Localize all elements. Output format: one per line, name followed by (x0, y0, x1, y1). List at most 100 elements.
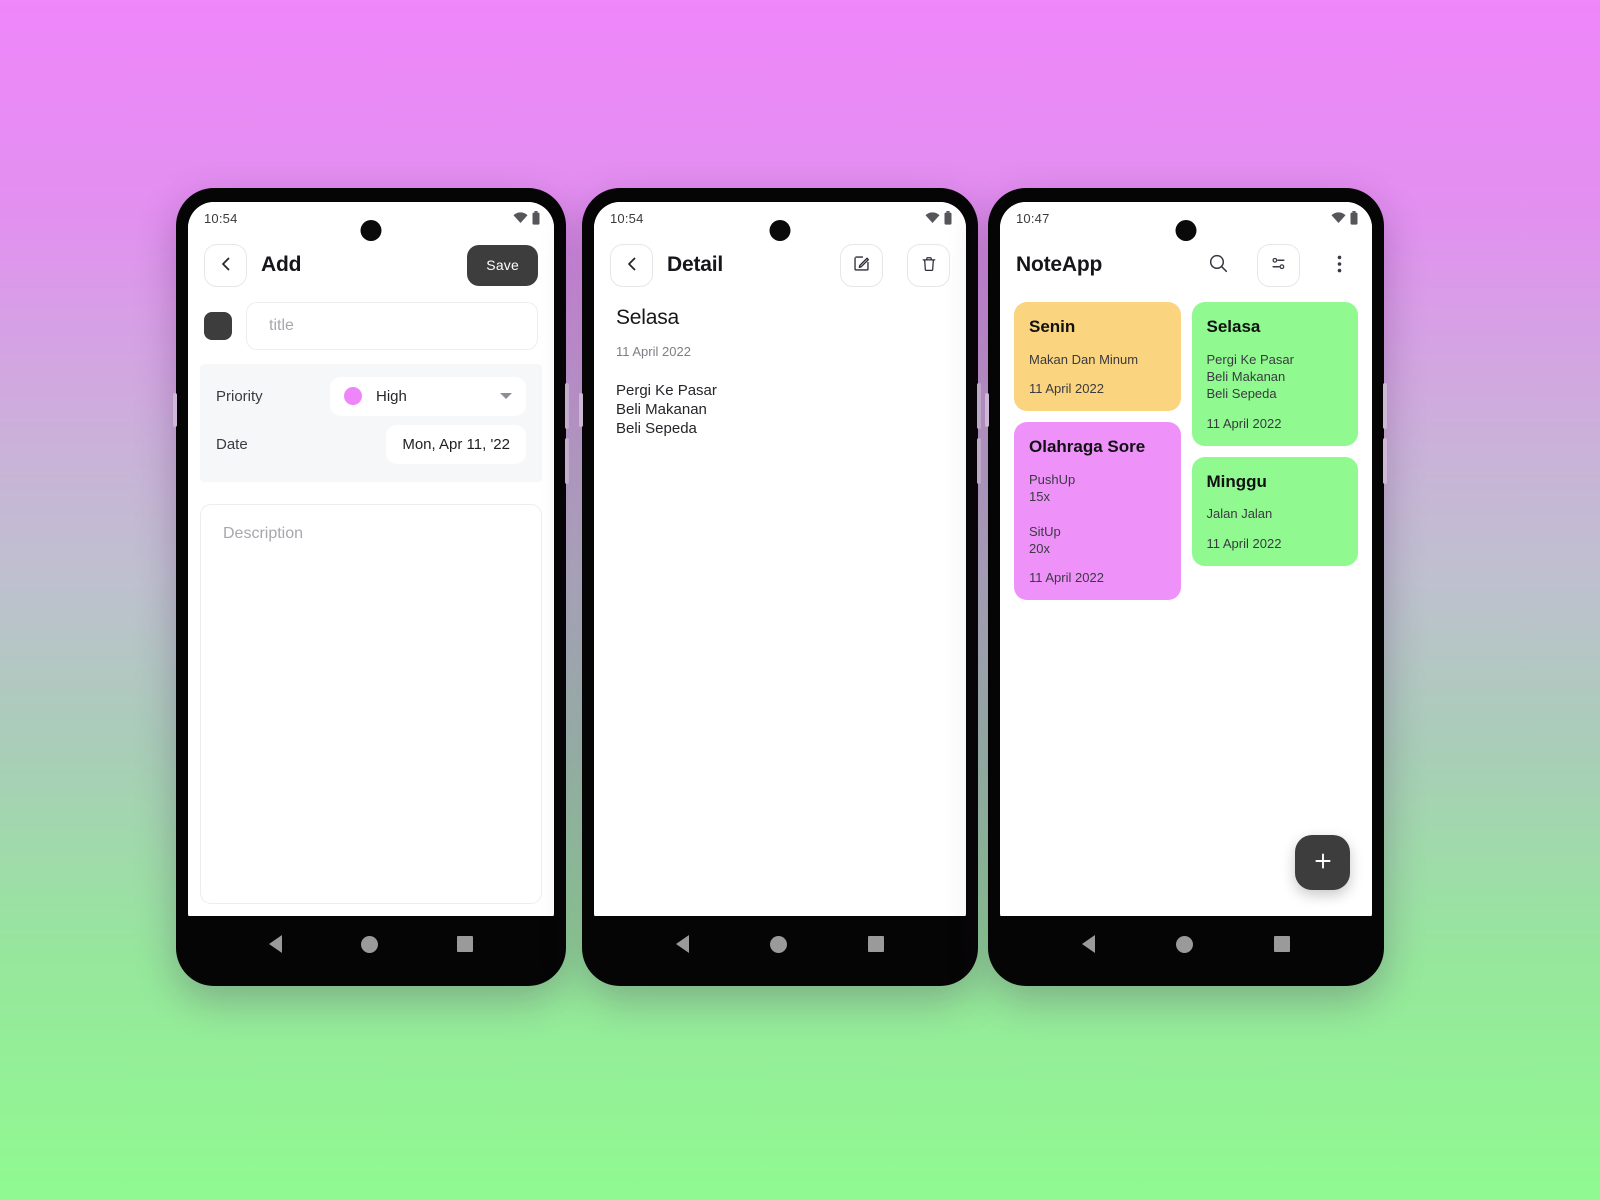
chevron-down-icon (500, 393, 512, 399)
front-camera-punch-hole (360, 220, 382, 241)
priority-value: High (376, 387, 407, 405)
notes-grid: Senin Makan Dan Minum 11 April 2022 Olah… (1000, 296, 1372, 601)
note-card-description: Pergi Ke Pasar Beli Makanan Beli Sepeda (1206, 351, 1294, 402)
overflow-menu-button[interactable] (1322, 246, 1356, 284)
app-bar-list: NoteApp (1000, 234, 1372, 296)
more-vertical-icon (1337, 254, 1342, 277)
notes-column-left: Senin Makan Dan Minum 11 April 2022 Olah… (1014, 302, 1181, 601)
sliders-filter-icon (1269, 254, 1288, 276)
note-description: Pergi Ke Pasar Beli Makanan Beli Sepeda (616, 382, 717, 438)
note-card-title: Minggu (1206, 471, 1267, 491)
title-field-row (188, 296, 554, 364)
screen-note-list: 10:47 NoteApp Senin Makan Dan Minum 11 A… (1000, 202, 1372, 918)
note-card-date: 11 April 2022 (1206, 535, 1282, 551)
title-input[interactable] (246, 302, 538, 350)
status-bar: 10:47 (1000, 202, 1372, 241)
status-icons (1331, 211, 1358, 225)
volume-down-button[interactable] (1383, 438, 1387, 484)
add-note-fab[interactable] (1295, 835, 1350, 890)
note-color-swatch-button[interactable] (204, 312, 232, 340)
volume-down-button[interactable] (565, 438, 569, 484)
note-card[interactable]: Selasa Pergi Ke Pasar Beli Makanan Beli … (1191, 302, 1358, 446)
note-card[interactable]: Senin Makan Dan Minum 11 April 2022 (1014, 302, 1181, 412)
nav-back-icon[interactable] (269, 935, 283, 953)
description-input[interactable]: Description (200, 504, 542, 904)
phone-mockups-canvas: 10:54 Add Save title Priority High Date … (0, 0, 1600, 1200)
status-icons (925, 211, 952, 225)
note-card-date: 11 April 2022 (1029, 381, 1104, 397)
status-bar: 10:54 (188, 202, 554, 241)
status-icons (513, 211, 540, 225)
date-picker-button[interactable]: Mon, Apr 11, '22 (386, 424, 526, 464)
volume-up-button[interactable] (1383, 383, 1387, 429)
priority-dropdown[interactable]: High (330, 376, 526, 416)
nav-home-icon[interactable] (360, 935, 378, 953)
battery-icon (532, 211, 540, 225)
nav-home-icon[interactable] (1175, 935, 1193, 953)
priority-label: Priority (216, 387, 263, 405)
save-button[interactable]: Save (467, 244, 538, 286)
note-card-description: PushUp 15x SitUp 20x (1029, 471, 1076, 556)
chevron-left-icon (218, 256, 234, 275)
android-navigation-bar (594, 916, 966, 972)
screen-detail: 10:54 Detail Selasa 11 April 2022 Pergi … (594, 202, 966, 918)
phone-frame-add: 10:54 Add Save title Priority High Date … (173, 188, 569, 986)
note-date: 11 April 2022 (616, 344, 691, 359)
date-row: Date Mon, Apr 11, '22 (216, 420, 526, 468)
date-label: Date (216, 435, 248, 453)
nav-recent-icon[interactable] (1273, 936, 1290, 952)
screen-add: 10:54 Add Save title Priority High Date … (188, 202, 554, 918)
app-bar-add: Add Save (188, 234, 554, 296)
note-card-title: Selasa (1206, 317, 1261, 336)
notes-column-right: Selasa Pergi Ke Pasar Beli Makanan Beli … (1191, 302, 1358, 566)
volume-up-button[interactable] (977, 383, 981, 429)
volume-up-button[interactable] (565, 383, 569, 429)
power-button[interactable] (173, 393, 177, 427)
edit-pencil-icon (852, 254, 871, 276)
note-card-description: Makan Dan Minum (1029, 351, 1139, 367)
front-camera-punch-hole (769, 220, 791, 241)
note-card[interactable]: Minggu Jalan Jalan 11 April 2022 (1191, 456, 1358, 566)
status-bar: 10:54 (594, 202, 966, 241)
phone-frame-detail: 10:54 Detail Selasa 11 April 2022 Pergi … (579, 188, 981, 986)
nav-recent-icon[interactable] (456, 936, 473, 952)
android-navigation-bar (188, 916, 554, 972)
nav-back-icon[interactable] (1082, 935, 1096, 953)
edit-note-button[interactable] (840, 243, 883, 287)
page-title: Detail (667, 253, 723, 276)
status-time: 10:47 (1016, 210, 1050, 226)
note-card-title: Olahraga Sore (1029, 437, 1146, 457)
search-icon (1208, 253, 1229, 277)
volume-down-button[interactable] (977, 438, 981, 484)
note-card-title: Senin (1029, 317, 1076, 336)
note-options-panel: Priority High Date Mon, Apr 11, '22 (200, 364, 542, 482)
delete-note-button[interactable] (907, 243, 950, 287)
app-bar-detail: Detail (594, 234, 966, 296)
note-card[interactable]: Olahraga Sore PushUp 15x SitUp 20x 11 Ap… (1014, 422, 1181, 601)
app-title: NoteApp (1016, 253, 1103, 276)
wifi-icon (1331, 212, 1346, 224)
wifi-icon (925, 212, 940, 224)
filter-button[interactable] (1257, 243, 1300, 287)
note-card-description: Jalan Jalan (1206, 506, 1273, 522)
note-detail-body: Selasa 11 April 2022 Pergi Ke Pasar Beli… (594, 296, 966, 439)
phone-frame-list: 10:47 NoteApp Senin Makan Dan Minum 11 A… (985, 188, 1387, 986)
wifi-icon (513, 212, 528, 224)
note-card-date: 11 April 2022 (1029, 570, 1104, 586)
front-camera-punch-hole (1175, 220, 1197, 241)
nav-recent-icon[interactable] (867, 936, 884, 952)
power-button[interactable] (985, 393, 989, 427)
android-navigation-bar (1000, 916, 1372, 972)
search-button[interactable] (1201, 246, 1235, 284)
plus-icon (1313, 851, 1333, 874)
chevron-left-icon (624, 256, 640, 275)
status-time: 10:54 (610, 210, 644, 226)
battery-icon (944, 211, 952, 225)
back-button[interactable] (204, 243, 247, 287)
nav-back-icon[interactable] (676, 935, 690, 953)
nav-home-icon[interactable] (769, 935, 787, 953)
page-title: Add (261, 253, 302, 276)
back-button[interactable] (610, 243, 653, 287)
note-title: Selasa (616, 306, 680, 329)
power-button[interactable] (579, 393, 583, 427)
